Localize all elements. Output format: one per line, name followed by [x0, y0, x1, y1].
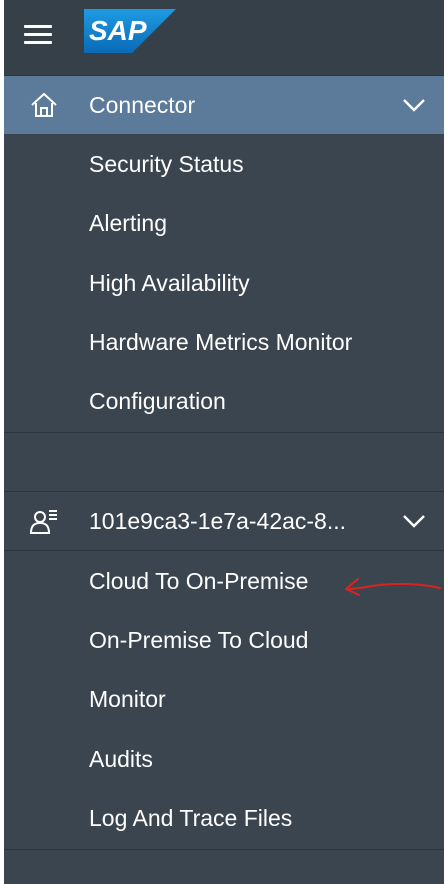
- nav-item-label: On-Premise To Cloud: [89, 627, 309, 653]
- sap-logo-text: SAP: [89, 15, 147, 46]
- nav-item-label: Cloud To On-Premise: [89, 568, 309, 594]
- nav-item-label: Security Status: [89, 151, 244, 177]
- sidebar-navigation: SAP Connector Security Status Alerting H…: [4, 0, 444, 884]
- nav-item-label: Monitor: [89, 686, 166, 712]
- nav-item-label: Log And Trace Files: [89, 805, 293, 831]
- chevron-down-icon[interactable]: [402, 94, 426, 116]
- hamburger-menu-icon[interactable]: [22, 20, 56, 48]
- shell-header: SAP: [4, 0, 444, 76]
- nav-group-connector[interactable]: Connector: [4, 76, 444, 134]
- nav-group-connector-label: Connector: [89, 92, 196, 118]
- nav-item-configuration[interactable]: Configuration: [4, 372, 444, 431]
- nav-item-alerting[interactable]: Alerting: [4, 194, 444, 253]
- nav-item-label: High Availability: [89, 270, 250, 296]
- divider: [4, 432, 444, 433]
- sap-logo: SAP: [84, 9, 176, 53]
- user-list-icon: [30, 510, 57, 534]
- nav-item-label: Configuration: [89, 388, 226, 414]
- nav-item-log-and-trace-files[interactable]: Log And Trace Files: [4, 789, 444, 848]
- nav-item-label: Hardware Metrics Monitor: [89, 329, 353, 355]
- nav-item-on-premise-to-cloud[interactable]: On-Premise To Cloud: [4, 611, 444, 670]
- nav-item-label: Audits: [89, 746, 153, 772]
- divider: [4, 550, 444, 551]
- divider: [4, 849, 444, 850]
- nav-item-label: Alerting: [89, 210, 167, 236]
- chevron-down-icon[interactable]: [402, 510, 426, 532]
- nav-group-subaccount-label: 101e9ca3-1e7a-42ac-8...: [89, 508, 347, 534]
- nav-item-monitor[interactable]: Monitor: [4, 670, 444, 729]
- nav-item-hardware-metrics-monitor[interactable]: Hardware Metrics Monitor: [4, 313, 444, 372]
- annotation-arrow: [345, 578, 441, 596]
- home-icon: [31, 92, 57, 117]
- nav-item-security-status[interactable]: Security Status: [4, 135, 444, 194]
- nav-item-audits[interactable]: Audits: [4, 730, 444, 789]
- nav-group-subaccount[interactable]: 101e9ca3-1e7a-42ac-8...: [4, 492, 444, 550]
- nav-item-high-availability[interactable]: High Availability: [4, 254, 444, 313]
